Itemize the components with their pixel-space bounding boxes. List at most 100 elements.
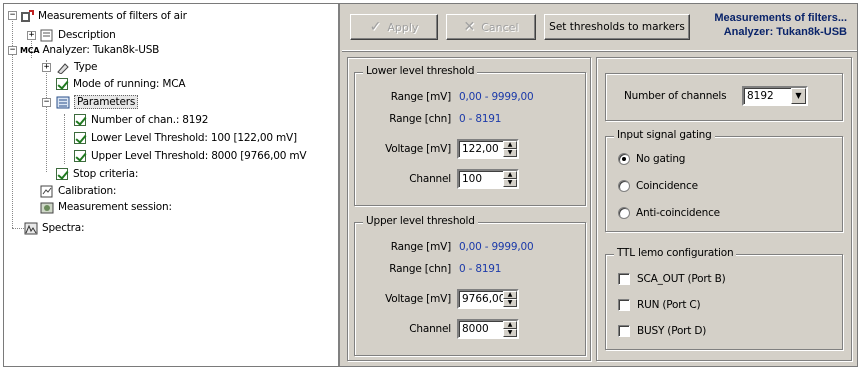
- radio-no-gating[interactable]: No gating: [618, 153, 685, 165]
- check-icon: [56, 78, 68, 90]
- tree-node-mode[interactable]: Mode of running: MCA: [56, 77, 186, 91]
- upper-range-chn-value: 0 - 8191: [459, 263, 502, 275]
- lower-voltage-value: 122,00: [462, 143, 499, 155]
- tree-label-type: Type: [74, 61, 98, 73]
- spin-up-icon[interactable]: ▲: [503, 321, 517, 329]
- ttl-group: TTL lemo configuration SCA_OUT (Port B) …: [605, 247, 843, 350]
- lower-range-chn-label: Range [chn]: [389, 113, 451, 125]
- options-panel: Number of channels 8192 ▼ Input signal g…: [596, 57, 852, 361]
- tree-view[interactable]: − Measurements of filters of air + Descr…: [4, 4, 340, 366]
- checkbox-icon[interactable]: [618, 325, 630, 337]
- channels-label: Number of channels: [624, 90, 727, 102]
- tree-node-session[interactable]: Measurement session:: [40, 200, 172, 214]
- lower-channel-value: 100: [462, 173, 483, 185]
- spectra-icon: [24, 222, 38, 235]
- radio-selected-icon[interactable]: [618, 153, 630, 165]
- checkbox-sca-out[interactable]: SCA_OUT (Port B): [618, 273, 726, 285]
- tree-label-param: Upper Level Threshold: 8000 [9766,00 mV: [91, 150, 307, 162]
- upper-range-mv-value: 0,00 - 9999,00: [459, 241, 534, 253]
- check-icon: [74, 150, 86, 162]
- collapse-root-icon[interactable]: −: [8, 11, 17, 20]
- collapse-parameters-icon[interactable]: −: [42, 98, 51, 107]
- radio-coincidence[interactable]: Coincidence: [618, 180, 698, 192]
- ttl-title: TTL lemo configuration: [614, 247, 737, 259]
- lower-voltage-spinner[interactable]: 122,00 ▲ ▼: [457, 139, 519, 159]
- tree-label-parameters: Parameters: [74, 95, 139, 109]
- check-icon: [56, 168, 68, 180]
- radio-icon[interactable]: [618, 207, 630, 219]
- spin-down-icon[interactable]: ▼: [503, 179, 517, 187]
- thresholds-panel: Lower level threshold Range [mV] 0,00 - …: [347, 57, 591, 361]
- mca-icon: MCA: [20, 45, 40, 55]
- check-icon: [74, 114, 86, 126]
- tree-node-analyzer[interactable]: MCA Analyzer: Tukan8k-USB: [20, 43, 159, 57]
- tree-node-param-upper[interactable]: Upper Level Threshold: 8000 [9766,00 mV: [74, 149, 307, 163]
- cancel-button[interactable]: ✕ Cancel: [446, 14, 536, 40]
- cancel-x-icon: ✕: [463, 19, 476, 35]
- lower-range-mv-value: 0,00 - 9999,00: [459, 91, 534, 103]
- tree-node-calibration[interactable]: Calibration:: [40, 184, 116, 198]
- tree-node-root[interactable]: Measurements of filters of air: [20, 9, 187, 23]
- checkbox-icon[interactable]: [618, 273, 630, 285]
- tree-label-param: Number of chan.: 8192: [91, 114, 209, 126]
- channels-value: 8192: [747, 90, 774, 102]
- tree-node-spectra[interactable]: Spectra:: [24, 221, 85, 235]
- window-title: Measurements of filters... Analyzer: Tuk…: [714, 11, 847, 39]
- expand-type-icon[interactable]: +: [42, 63, 51, 72]
- upper-channel-spinner[interactable]: 8000 ▲ ▼: [457, 319, 519, 339]
- tree-node-param-channels[interactable]: Number of chan.: 8192: [74, 113, 208, 127]
- radio-icon[interactable]: [618, 180, 630, 192]
- gating-title: Input signal gating: [614, 129, 715, 141]
- check-icon: [74, 132, 86, 144]
- tree-node-param-lower[interactable]: Lower Level Threshold: 100 [122,00 mV]: [74, 131, 297, 145]
- lower-channel-spinner[interactable]: 100 ▲ ▼: [457, 169, 519, 189]
- upper-voltage-spinner[interactable]: 9766,00 ▲ ▼: [457, 289, 519, 309]
- measurement-icon: [20, 9, 34, 23]
- gating-group: Input signal gating No gating Coincidenc…: [605, 129, 843, 232]
- tree-label-calibration: Calibration:: [58, 185, 117, 197]
- upper-channel-value: 8000: [462, 323, 489, 335]
- tree-label-session: Measurement session:: [58, 201, 172, 213]
- tree-node-description[interactable]: Description: [40, 28, 116, 42]
- checkbox-icon[interactable]: [618, 299, 630, 311]
- lower-range-chn-value: 0 - 8191: [459, 113, 502, 125]
- chevron-down-icon[interactable]: ▼: [791, 88, 806, 104]
- lower-threshold-group: Lower level threshold Range [mV] 0,00 - …: [354, 65, 586, 206]
- channels-select[interactable]: 8192 ▼: [742, 86, 808, 106]
- title-line-1: Measurements of filters...: [714, 12, 847, 24]
- upper-range-chn-label: Range [chn]: [389, 263, 451, 275]
- tree-label-description: Description: [58, 29, 116, 41]
- settings-pane: ✓ Apply ✕ Cancel Set thresholds to marke…: [342, 4, 857, 366]
- type-icon: [56, 61, 70, 75]
- tree-node-parameters[interactable]: Parameters: [56, 95, 139, 109]
- set-thresholds-button[interactable]: Set thresholds to markers: [544, 14, 690, 40]
- spin-up-icon[interactable]: ▲: [503, 291, 517, 299]
- radio-anti-coincidence[interactable]: Anti-coincidence: [618, 207, 720, 219]
- tree-node-stop[interactable]: Stop criteria:: [56, 167, 138, 181]
- calibration-icon: [40, 185, 54, 198]
- expand-description-icon[interactable]: +: [27, 31, 36, 40]
- lower-threshold-title: Lower level threshold: [363, 65, 478, 77]
- title-line-2: Analyzer: Tukan8k-USB: [723, 26, 847, 38]
- spin-down-icon[interactable]: ▼: [503, 329, 517, 337]
- upper-range-mv-label: Range [mV]: [390, 241, 451, 253]
- spin-up-icon[interactable]: ▲: [503, 141, 517, 149]
- parameters-icon: [56, 96, 70, 109]
- lower-voltage-label: Voltage [mV]: [385, 143, 451, 155]
- apply-button[interactable]: ✓ Apply: [350, 14, 438, 40]
- spin-down-icon[interactable]: ▼: [503, 149, 517, 157]
- checkmark-icon: ✓: [369, 19, 382, 35]
- toolbar: ✓ Apply ✕ Cancel Set thresholds to marke…: [342, 4, 857, 51]
- tree-node-type[interactable]: Type: [56, 60, 98, 75]
- tree-label-param: Lower Level Threshold: 100 [122,00 mV]: [91, 132, 297, 144]
- spin-up-icon[interactable]: ▲: [503, 171, 517, 179]
- collapse-analyzer-icon[interactable]: −: [8, 46, 17, 55]
- app-frame: − Measurements of filters of air + Descr…: [3, 3, 858, 367]
- spin-down-icon[interactable]: ▼: [503, 299, 517, 307]
- checkbox-busy[interactable]: BUSY (Port D): [618, 325, 706, 337]
- lower-channel-label: Channel: [409, 173, 451, 185]
- upper-threshold-title: Upper level threshold: [363, 215, 478, 227]
- checkbox-run[interactable]: RUN (Port C): [618, 299, 701, 311]
- tree-label-spectra: Spectra:: [42, 222, 85, 234]
- tree-label-root: Measurements of filters of air: [38, 10, 187, 22]
